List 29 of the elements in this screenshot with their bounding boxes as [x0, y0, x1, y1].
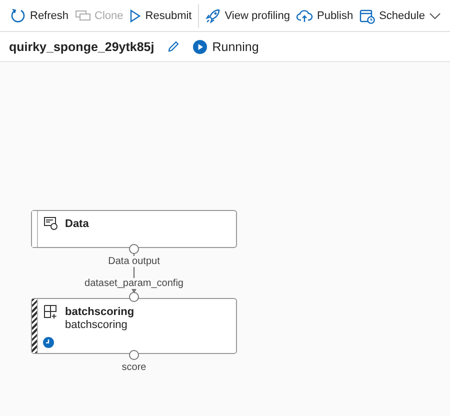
- pipeline-node[interactable]: Data: [31, 210, 237, 248]
- run-name: quirky_sponge_29ytk85j: [9, 40, 154, 54]
- toolbar-button[interactable]: Schedule: [356, 2, 444, 30]
- running-status-icon: [193, 40, 208, 54]
- output-port[interactable]: [129, 350, 139, 360]
- calendar-icon: [359, 8, 376, 24]
- node-title: batchscoring: [65, 306, 134, 318]
- toolbar-button[interactable]: View profiling: [202, 2, 293, 30]
- module-icon: [44, 305, 58, 319]
- input-port[interactable]: [129, 292, 139, 302]
- dataset-icon: [44, 217, 58, 230]
- rocket-icon: [204, 8, 221, 24]
- node-subtitle: batchscoring: [65, 319, 128, 331]
- toolbar-button[interactable]: Refresh: [7, 2, 72, 30]
- cloud-upload-icon: [296, 8, 313, 22]
- toolbar-button[interactable]: Resubmit: [126, 2, 195, 30]
- run-status: Running: [212, 40, 259, 54]
- port-label: score: [120, 362, 148, 373]
- port-label: Data output: [107, 256, 161, 267]
- edit-icon[interactable]: [167, 40, 180, 53]
- clock-icon: [43, 337, 54, 348]
- play-icon: [129, 8, 142, 22]
- port-label: dataset_param_config: [84, 278, 184, 289]
- node-title: Data: [65, 218, 89, 230]
- clone-icon: [74, 10, 91, 22]
- refresh-icon: [10, 8, 26, 24]
- toolbar-button[interactable]: Publish: [292, 2, 356, 30]
- output-port[interactable]: [129, 244, 139, 254]
- pipeline-node[interactable]: batchscoring batchscoring: [31, 298, 237, 354]
